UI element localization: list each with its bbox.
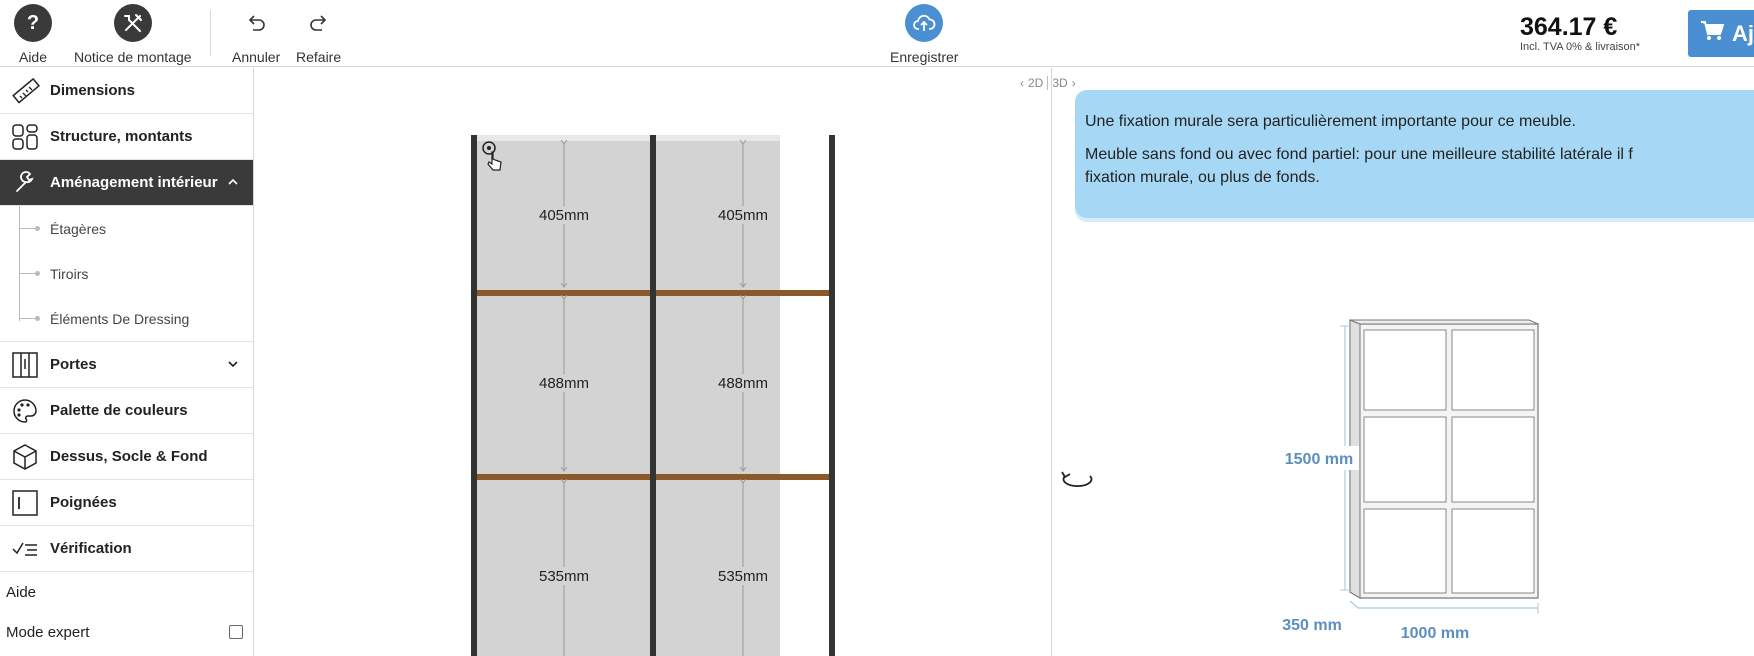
- sidebar: Dimensions Structure, montants Aménageme…: [0, 68, 254, 656]
- expert-mode-row: Mode expert: [0, 612, 253, 652]
- price-display: 364.17 € Incl. TVA 0% & livraison*: [1520, 14, 1640, 53]
- undo-button[interactable]: Annuler: [232, 4, 280, 65]
- sidebar-item-top-base-back[interactable]: Dessus, Socle & Fond: [0, 434, 253, 480]
- sidebar-item-colors[interactable]: Palette de couleurs: [0, 388, 253, 434]
- height-dimension-label: 1500 mm: [1285, 451, 1354, 468]
- cabinet-3d-compartment: [1451, 416, 1535, 503]
- layout-grid-icon: [0, 114, 50, 160]
- tree-branch: [19, 316, 40, 321]
- chevron-up-icon: [225, 174, 241, 190]
- palette-icon: [0, 388, 50, 434]
- sidebar-item-label: Poignées: [50, 494, 117, 511]
- toolbar-divider: [210, 10, 211, 56]
- submenu-item-shelves[interactable]: Étagères: [0, 206, 253, 251]
- save-button[interactable]: Enregistrer: [890, 4, 958, 65]
- sidebar-item-label: Structure, montants: [50, 128, 193, 145]
- undo-icon: [237, 4, 275, 42]
- handle-icon: [0, 480, 50, 526]
- compartment-height-label: 535mm: [718, 568, 768, 585]
- sidebar-item-handles[interactable]: Poignées: [0, 480, 253, 526]
- redo-label: Refaire: [296, 49, 342, 65]
- wrench-icon: [0, 160, 50, 206]
- chevron-left-icon: ‹: [1020, 76, 1024, 90]
- cabinet-3d-top: [1349, 319, 1539, 325]
- cabinet-3d-compartment: [1363, 329, 1447, 411]
- submenu-item-label: Étagères: [50, 220, 107, 237]
- help-button[interactable]: ? Aide: [14, 4, 52, 65]
- add-to-cart-button[interactable]: Ajo: [1688, 10, 1754, 57]
- interior-submenu: Étagères Tiroirs Éléments De Dressing: [0, 206, 253, 342]
- sidebar-item-label: Aménagement intérieur: [50, 174, 218, 191]
- submenu-item-drawers[interactable]: Tiroirs: [0, 251, 253, 296]
- view-2d-option[interactable]: 2D: [1028, 76, 1043, 90]
- compartment-height-label: 405mm: [539, 207, 589, 224]
- expert-mode-checkbox[interactable]: [229, 625, 243, 639]
- sidebar-item-dimensions[interactable]: Dimensions: [0, 68, 253, 114]
- left-upright: [471, 135, 477, 656]
- price-note: Incl. TVA 0% & livraison*: [1520, 41, 1641, 53]
- shelf-right-1[interactable]: [656, 290, 829, 296]
- cabinet-3d-compartment: [1363, 416, 1447, 503]
- right-upright: [829, 135, 835, 656]
- cloud-upload-icon: [905, 4, 944, 42]
- redo-button[interactable]: Refaire: [296, 4, 341, 65]
- shelf-right-2[interactable]: [656, 474, 829, 480]
- tools-icon: [113, 4, 152, 42]
- cabinet-3d-compartment: [1363, 508, 1447, 594]
- ruler-icon: [0, 68, 50, 114]
- expert-mode-label: Mode expert: [6, 623, 90, 641]
- compartment-height-label: 535mm: [539, 568, 589, 585]
- sidebar-item-label: Portes: [50, 356, 97, 373]
- sidebar-item-label: Dessus, Socle & Fond: [50, 448, 208, 465]
- save-label: Enregistrer: [890, 49, 959, 65]
- cabinet-3d-compartment: [1451, 329, 1535, 411]
- preview-3d-panel[interactable]: Une fixation murale sera particulièremen…: [1053, 68, 1754, 656]
- submenu-item-label: Éléments De Dressing: [50, 310, 190, 327]
- compartment-height-label: 405mm: [718, 207, 768, 224]
- compartment-height-label: 488mm: [539, 375, 589, 392]
- rotate-view-icon[interactable]: [1060, 466, 1096, 495]
- top-toolbar: ? Aide Notice de montage Annuler Refaire…: [0, 0, 1754, 67]
- shelf-left-1[interactable]: [477, 290, 650, 296]
- submenu-item-label: Tiroirs: [50, 265, 89, 282]
- price-value: 364.17 €: [1520, 13, 1618, 41]
- undo-label: Annuler: [232, 49, 281, 65]
- checklist-icon: [0, 526, 50, 572]
- sidebar-item-label: Vérification: [50, 540, 132, 557]
- cart-icon: [1700, 20, 1725, 48]
- middle-upright: [650, 135, 656, 656]
- add-to-cart-label: Ajo: [1732, 20, 1754, 46]
- tree-branch: [19, 226, 40, 231]
- design-2d-panel[interactable]: 405mm 405mm 488mm 488mm 535mm 535mm: [255, 68, 1052, 656]
- shelf-left-2[interactable]: [477, 474, 650, 480]
- sidebar-item-interior[interactable]: Aménagement intérieur: [0, 160, 253, 206]
- help-label: Aide: [18, 49, 48, 65]
- sidebar-item-label: Palette de couleurs: [50, 402, 188, 419]
- submenu-item-dressing[interactable]: Éléments De Dressing: [0, 296, 253, 341]
- door-icon: [0, 342, 50, 388]
- width-dimension-label: 1000 mm: [1401, 625, 1470, 642]
- sidebar-help-link[interactable]: Aide: [0, 572, 253, 612]
- assembly-manual-label: Notice de montage: [74, 49, 192, 65]
- chevron-down-icon: [225, 356, 241, 372]
- cabinet-3d-compartment: [1451, 508, 1535, 594]
- sidebar-item-label: Dimensions: [50, 82, 136, 99]
- compartment-height-label: 488mm: [718, 375, 768, 392]
- depth-dimension-label: 350 mm: [1282, 617, 1342, 634]
- help-icon: ?: [14, 4, 52, 42]
- sidebar-item-verification[interactable]: Vérification: [0, 526, 253, 572]
- assembly-manual-button[interactable]: Notice de montage: [74, 4, 192, 65]
- redo-icon: [300, 4, 338, 42]
- cabinet-3d-preview[interactable]: 1500 mm 350 mm 1000 mm: [1053, 68, 1754, 656]
- sidebar-item-doors[interactable]: Portes: [0, 342, 253, 388]
- tree-branch: [19, 271, 40, 276]
- cabinet-top-edge: [471, 135, 780, 141]
- width-dimension-line: [1349, 600, 1538, 609]
- sidebar-item-structure[interactable]: Structure, montants: [0, 114, 253, 160]
- cabinet-2d-drawing[interactable]: 405mm 405mm 488mm 488mm 535mm 535mm: [255, 68, 1052, 656]
- cube-icon: [0, 434, 50, 480]
- toggle-divider: [1047, 76, 1049, 90]
